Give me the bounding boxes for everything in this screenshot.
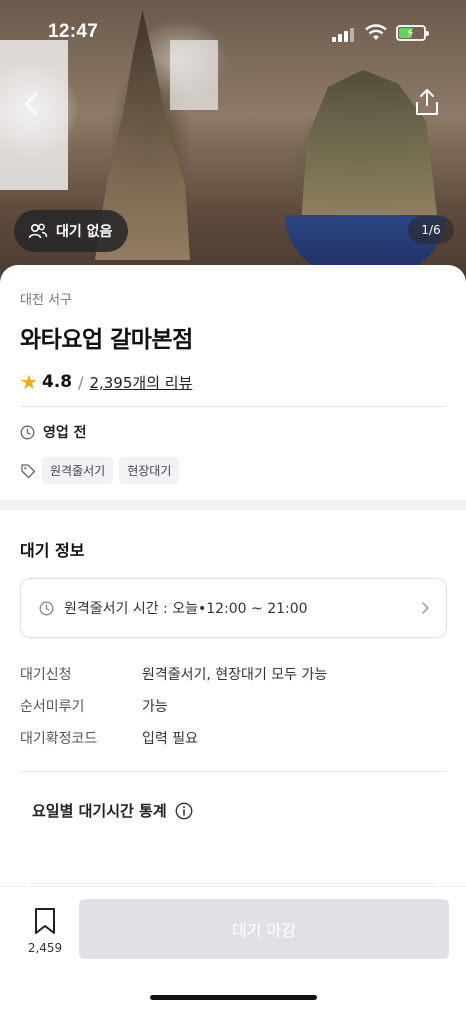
tag-icon — [21, 463, 36, 478]
status-bar: 12:47 ⚡ — [0, 0, 466, 66]
home-indicator — [150, 995, 317, 1000]
wait-info-list: 대기신청 원격줄서기, 현장대기 모두 가능 순서미루기 가능 대기확정코드 입… — [20, 658, 440, 754]
info-icon[interactable] — [175, 802, 193, 820]
info-value: 가능 — [142, 699, 168, 715]
stats-title: 요일별 대기시간 통계 — [32, 802, 167, 820]
info-row-apply: 대기신청 원격줄서기, 현장대기 모두 가능 — [20, 658, 440, 690]
wait-closed-button[interactable]: 대기 마감 — [79, 899, 449, 959]
clock-icon — [20, 425, 35, 439]
status-time: 12:47 — [48, 21, 99, 42]
tag-onsite-wait: 현장대기 — [119, 457, 180, 484]
remote-queue-time-card[interactable]: 원격줄서기 시간 : 오늘•12:00 ~ 21:00 — [20, 578, 447, 638]
info-value: 입력 필요 — [142, 731, 198, 747]
info-row-postpone: 순서미루기 가능 — [20, 690, 440, 722]
bottom-action-bar: 2,459 대기 마감 — [0, 886, 466, 1010]
wait-info-title: 대기 정보 — [20, 541, 85, 560]
weekly-wait-stats-header: 요일별 대기시간 통계 — [32, 800, 193, 821]
info-key: 대기신청 — [20, 667, 72, 683]
divider — [20, 406, 446, 407]
bookmark-count: 2,459 — [27, 941, 63, 955]
store-name: 와타요업 갈마본점 — [20, 327, 193, 353]
battery-icon: ⚡ — [396, 25, 429, 41]
photo-counter: 1/6 — [408, 216, 454, 244]
wait-status-label: 대기 없음 — [56, 224, 113, 240]
rating-score: 4.8 — [41, 372, 73, 392]
info-key: 순서미루기 — [20, 699, 85, 715]
hours-status: 영업 전 — [43, 425, 87, 441]
star-icon: ★ — [20, 370, 38, 394]
store-region: 대전 서구 — [20, 293, 72, 308]
wait-status-badge: 대기 없음 — [14, 210, 129, 252]
bookmark-icon — [35, 908, 55, 934]
rating-separator: / — [78, 372, 84, 392]
divider — [30, 883, 436, 884]
info-row-confirm-code: 대기확정코드 입력 필요 — [20, 722, 440, 754]
people-icon — [28, 223, 48, 239]
tag-list: 원격줄서기 현장대기 — [20, 457, 180, 484]
chevron-right-icon — [422, 602, 429, 614]
divider — [20, 771, 446, 772]
info-value: 원격줄서기, 현장대기 모두 가능 — [142, 667, 328, 683]
tag-remote-queue: 원격줄서기 — [42, 457, 114, 484]
cellular-signal-icon — [332, 28, 354, 42]
wifi-icon — [365, 24, 387, 40]
rating-row: ★ 4.8 / 2,395개의 리뷰 — [20, 370, 192, 394]
back-icon[interactable] — [18, 88, 46, 120]
section-divider — [0, 500, 466, 510]
business-hours[interactable]: 영업 전 — [20, 422, 87, 442]
clock-icon — [39, 601, 54, 615]
bookmark-button[interactable]: 2,459 — [22, 907, 68, 955]
info-key: 대기확정코드 — [20, 731, 98, 747]
remote-queue-time: 원격줄서기 시간 : 오늘•12:00 ~ 21:00 — [64, 601, 308, 617]
review-link[interactable]: 2,395개의 리뷰 — [89, 372, 192, 393]
share-icon[interactable] — [412, 86, 442, 118]
